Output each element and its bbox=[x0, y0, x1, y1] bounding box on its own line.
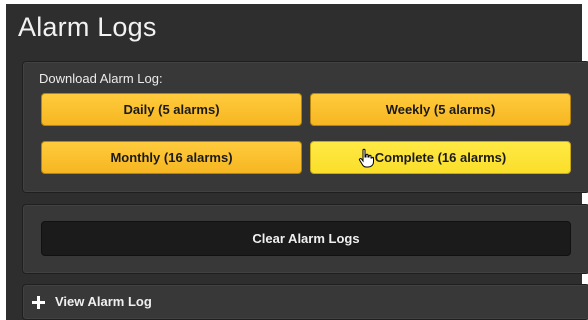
hand-pointer-icon bbox=[358, 148, 374, 168]
clear-alarm-logs-section: Clear Alarm Logs bbox=[22, 204, 588, 274]
monthly-download-label: Monthly (16 alarms) bbox=[110, 150, 233, 165]
download-alarm-log-label: Download Alarm Log: bbox=[39, 71, 163, 86]
screenshot-frame: Alarm Logs Download Alarm Log: Daily (5 … bbox=[0, 0, 588, 320]
daily-download-label: Daily (5 alarms) bbox=[123, 102, 220, 117]
plus-icon bbox=[32, 296, 45, 309]
weekly-download-label: Weekly (5 alarms) bbox=[385, 102, 496, 117]
daily-download-button[interactable]: Daily (5 alarms) bbox=[41, 93, 302, 126]
view-alarm-log-expander[interactable]: View Alarm Log bbox=[22, 284, 588, 320]
complete-download-button[interactable]: Complete (16 alarms) bbox=[310, 141, 571, 174]
view-alarm-log-label: View Alarm Log bbox=[55, 294, 152, 309]
monthly-download-button[interactable]: Monthly (16 alarms) bbox=[41, 141, 302, 174]
page-title: Alarm Logs bbox=[18, 12, 157, 42]
clear-alarm-logs-button[interactable]: Clear Alarm Logs bbox=[41, 221, 571, 256]
download-alarm-log-section: Download Alarm Log: Daily (5 alarms) Wee… bbox=[22, 61, 588, 193]
alarm-logs-panel: Alarm Logs Download Alarm Log: Daily (5 … bbox=[6, 4, 588, 320]
complete-download-label: Complete (16 alarms) bbox=[374, 150, 507, 165]
clear-alarm-logs-label: Clear Alarm Logs bbox=[252, 231, 360, 246]
weekly-download-button[interactable]: Weekly (5 alarms) bbox=[310, 93, 571, 126]
